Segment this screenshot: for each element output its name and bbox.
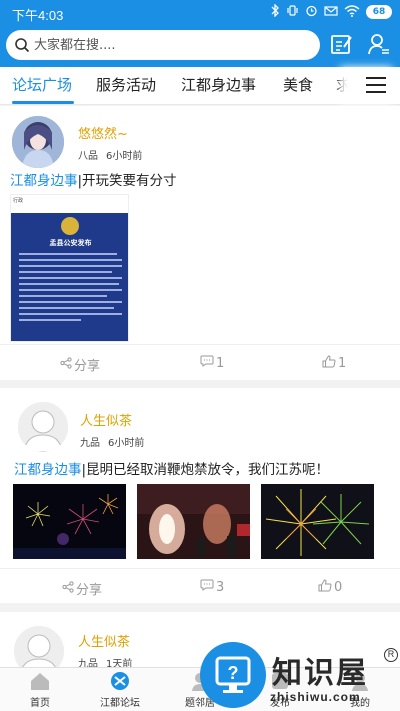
share-label: 分享 (76, 583, 103, 598)
thumbs-up-icon (318, 579, 332, 596)
forum-icon (109, 670, 131, 692)
user-icon (367, 34, 391, 59)
tab-forum-square[interactable]: 论坛广场 (12, 74, 72, 95)
thumbs-up-icon (322, 355, 336, 372)
avatar[interactable] (18, 402, 68, 452)
user-button[interactable] (367, 33, 393, 57)
watermark-badge: ? (200, 642, 266, 708)
edit-icon (330, 35, 354, 59)
username[interactable]: 人生似茶 (80, 410, 132, 429)
status-icons: 68 (270, 3, 392, 20)
user-level: 九品 (80, 438, 100, 449)
avatar[interactable] (12, 116, 64, 168)
post-title[interactable]: 江都身边事|昆明已经取消鞭炮禁放令，我们江苏呢！ (14, 458, 329, 478)
share-icon (60, 356, 72, 373)
post-tag[interactable]: 江都身边事 (10, 173, 78, 189)
wifi-icon (344, 4, 360, 20)
active-tab-indicator (12, 101, 74, 104)
notice-body-lines (19, 253, 122, 325)
comment-icon (200, 579, 214, 595)
username[interactable]: 人生似茶 (78, 631, 130, 650)
comment-icon (200, 355, 214, 371)
post-card[interactable]: 悠悠然~ 八品 6小时前 江都身边事|开玩笑要有分寸 行政 孟县公安发布 分享 … (0, 106, 400, 380)
post-image[interactable] (137, 484, 250, 559)
post-meta: 九品 6小时前 (80, 434, 152, 449)
alarm-icon (305, 4, 318, 20)
share-button[interactable]: 分享 (60, 355, 100, 374)
watermark-subtitle: zhishiwu.com (270, 690, 361, 704)
post-tag[interactable]: 江都身边事 (14, 462, 82, 478)
status-bar: 下午4:03 68 (0, 0, 400, 24)
share-icon (62, 580, 74, 597)
post-image[interactable] (13, 484, 126, 559)
menu-icon-line (366, 91, 386, 93)
tab-jiangdu-local[interactable]: 江都身边事 (181, 74, 256, 95)
vibrate-icon (286, 4, 299, 20)
watermark-title: 知识屋 (272, 656, 368, 691)
search-box[interactable] (6, 30, 320, 60)
comment-count: 1 (216, 355, 225, 371)
status-time: 下午4:03 (12, 8, 64, 23)
like-count: 0 (334, 580, 343, 595)
post-image[interactable]: 行政 孟县公安发布 (10, 194, 129, 342)
user-level: 八品 (78, 151, 98, 162)
post-title-text: |开玩笑要有分寸 (77, 173, 177, 189)
notice-authority: 孟县公安发布 (49, 239, 92, 247)
post-actions: 分享 3 0 (0, 568, 400, 604)
share-label: 分享 (74, 359, 101, 374)
menu-button[interactable] (366, 77, 388, 95)
tab-food[interactable]: 美食 (283, 74, 313, 95)
image-header-label: 行政 (13, 198, 24, 204)
edit-button[interactable] (330, 33, 356, 57)
nav-label: 江都论坛 (100, 698, 140, 709)
post-image[interactable] (261, 484, 374, 559)
like-button[interactable]: 0 (318, 579, 342, 596)
share-button[interactable]: 分享 (62, 579, 102, 598)
battery-indicator: 68 (366, 5, 392, 19)
nav-home[interactable]: 首页 (10, 670, 70, 709)
mail-icon (324, 5, 338, 20)
tab-service-activities[interactable]: 服务活动 (96, 74, 156, 95)
username[interactable]: 悠悠然~ (78, 123, 128, 142)
bluetooth-icon (270, 3, 280, 20)
nav-forum[interactable]: 江都论坛 (90, 670, 150, 709)
search-icon (14, 37, 30, 57)
post-meta: 八品 6小时前 (78, 147, 150, 162)
search-input[interactable] (34, 34, 314, 56)
app-screen: 下午4:03 68 大家都在搜.... 论坛广场 服务活动 江都身边事 美食 求… (0, 0, 400, 711)
post-actions: 分享 1 1 (0, 344, 400, 380)
menu-icon-line (366, 84, 386, 86)
post-time: 6小时前 (106, 151, 143, 162)
registered-mark: R (384, 648, 398, 662)
image-header: 行政 (11, 195, 128, 213)
help-monitor-icon: ? (215, 656, 251, 693)
watermark-badge-glyph: ? (228, 663, 239, 683)
comment-count: 3 (216, 579, 225, 595)
menu-icon-line (366, 77, 386, 79)
nav-label: 首页 (30, 698, 50, 709)
police-notice-panel: 孟县公安发布 (11, 213, 128, 341)
comment-button[interactable]: 3 (200, 579, 224, 595)
home-icon (29, 670, 51, 692)
post-title[interactable]: 江都身边事|开玩笑要有分寸 (10, 169, 177, 189)
like-count: 1 (338, 356, 347, 371)
post-title-text: |昆明已经取消鞭炮禁放令，我们江苏呢！ (81, 462, 330, 478)
top-header: 下午4:03 68 (0, 0, 400, 67)
post-card[interactable]: 人生似茶 九品 6小时前 江都身边事|昆明已经取消鞭炮禁放令，我们江苏呢！ 分享… (0, 388, 400, 603)
like-button[interactable]: 1 (322, 355, 346, 372)
category-tabs: 论坛广场 服务活动 江都身边事 美食 求 (0, 67, 400, 105)
post-time: 6小时前 (108, 438, 145, 449)
police-emblem-icon (61, 217, 79, 235)
comment-button[interactable]: 1 (200, 355, 224, 371)
